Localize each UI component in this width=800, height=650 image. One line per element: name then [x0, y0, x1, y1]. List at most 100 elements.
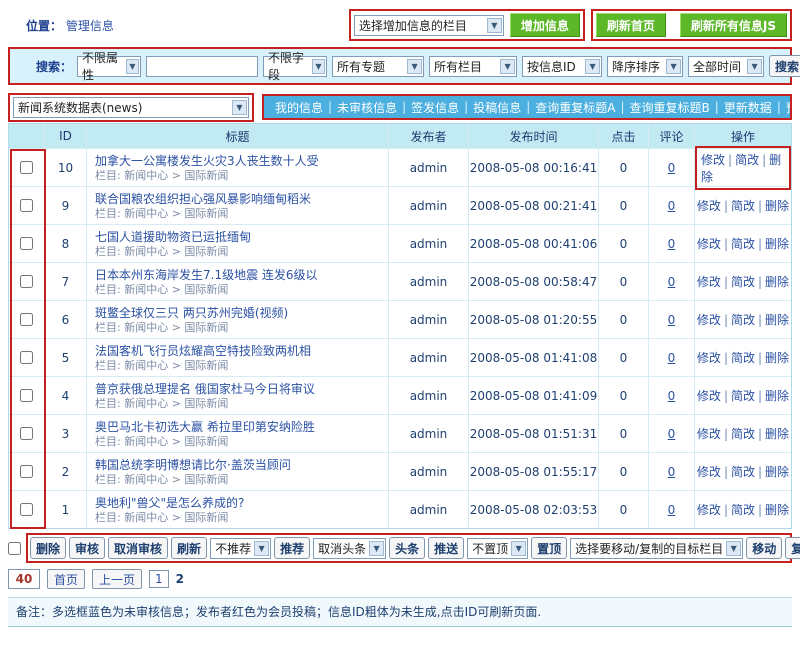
row-action-modify[interactable]: 修改 — [701, 153, 725, 167]
info-link[interactable]: 更新数据 — [719, 99, 777, 116]
row-comments-link[interactable]: 0 — [668, 503, 676, 517]
row-action-delete[interactable]: 删除 — [765, 237, 789, 251]
row-action-quick-edit[interactable]: 简改 — [731, 503, 755, 517]
row-id[interactable]: 5 — [62, 351, 70, 365]
row-id[interactable]: 3 — [62, 427, 70, 441]
row-comments-link[interactable]: 0 — [668, 351, 676, 365]
row-action-quick-edit[interactable]: 简改 — [731, 389, 755, 403]
row-action-delete[interactable]: 删除 — [765, 465, 789, 479]
column-select[interactable]: 所有栏目 ▼ — [429, 56, 517, 77]
row-title-link[interactable]: 法国客机飞行员炫耀高空特技险致两机相 — [95, 343, 311, 359]
row-checkbox[interactable] — [20, 389, 33, 402]
row-action-modify[interactable]: 修改 — [697, 389, 721, 403]
move-copy-target-select[interactable]: 选择要移动/复制的目标栏目▼ — [570, 538, 743, 559]
row-action-modify[interactable]: 修改 — [697, 275, 721, 289]
row-comments-link[interactable]: 0 — [668, 313, 676, 327]
stick-button[interactable]: 置顶 — [531, 537, 567, 559]
approve-button[interactable]: 审核 — [69, 537, 105, 559]
row-action-quick-edit[interactable]: 简改 — [731, 351, 755, 365]
select-all-checkbox[interactable] — [8, 542, 21, 555]
row-id[interactable]: 9 — [62, 199, 70, 213]
page-number-2[interactable]: 2 — [176, 572, 184, 586]
row-action-modify[interactable]: 修改 — [697, 237, 721, 251]
push-button[interactable]: 推送 — [428, 537, 464, 559]
row-action-quick-edit[interactable]: 简改 — [731, 199, 755, 213]
row-action-quick-edit[interactable]: 简改 — [731, 313, 755, 327]
row-id[interactable]: 4 — [62, 389, 70, 403]
row-id[interactable]: 2 — [62, 465, 70, 479]
row-action-delete[interactable]: 删除 — [765, 275, 789, 289]
row-title-link[interactable]: 奥地利"兽父"是怎么养成的? — [95, 495, 244, 511]
copy-button[interactable]: 复制 — [785, 537, 800, 559]
row-id[interactable]: 10 — [58, 161, 73, 175]
row-action-modify[interactable]: 修改 — [697, 465, 721, 479]
refresh-button[interactable]: 刷新 — [171, 537, 207, 559]
row-id[interactable]: 7 — [62, 275, 70, 289]
row-title-link[interactable]: 奥巴马北卡初选大赢 希拉里印第安纳险胜 — [95, 419, 315, 435]
row-comments-link[interactable]: 0 — [668, 465, 676, 479]
add-column-select[interactable]: 选择增加信息的栏目 ▼ — [354, 15, 504, 36]
row-id[interactable]: 8 — [62, 237, 70, 251]
row-action-modify[interactable]: 修改 — [697, 351, 721, 365]
row-comments-link[interactable]: 0 — [668, 237, 676, 251]
cancel-approve-button[interactable]: 取消审核 — [108, 537, 168, 559]
delete-button[interactable]: 删除 — [30, 537, 66, 559]
info-link[interactable]: 我的信息 — [270, 99, 328, 116]
row-action-modify[interactable]: 修改 — [697, 199, 721, 213]
time-select[interactable]: 全部时间 ▼ — [688, 56, 764, 77]
direction-select[interactable]: 降序排序 ▼ — [607, 56, 683, 77]
info-link[interactable]: 投稿信息 — [468, 99, 526, 116]
row-checkbox[interactable] — [20, 427, 33, 440]
refresh-home-button[interactable]: 刷新首页 — [596, 13, 666, 37]
row-action-modify[interactable]: 修改 — [697, 503, 721, 517]
refresh-all-js-button[interactable]: 刷新所有信息JS — [680, 13, 787, 37]
row-checkbox[interactable] — [20, 351, 33, 364]
row-action-delete[interactable]: 删除 — [765, 503, 789, 517]
row-action-delete[interactable]: 删除 — [765, 199, 789, 213]
topic-select[interactable]: 所有专题 ▼ — [332, 56, 424, 77]
row-action-quick-edit[interactable]: 简改 — [731, 427, 755, 441]
add-info-button[interactable]: 增加信息 — [510, 13, 580, 37]
row-action-delete[interactable]: 删除 — [765, 427, 789, 441]
row-action-delete[interactable]: 删除 — [765, 351, 789, 365]
search-button[interactable]: 搜索 — [769, 55, 800, 77]
row-id[interactable]: 1 — [62, 503, 70, 517]
row-checkbox[interactable] — [20, 199, 33, 212]
row-action-quick-edit[interactable]: 简改 — [731, 465, 755, 479]
headline-button[interactable]: 头条 — [389, 537, 425, 559]
row-checkbox[interactable] — [20, 313, 33, 326]
keyword-input[interactable] — [146, 56, 258, 77]
page-number-1[interactable]: 1 — [149, 570, 169, 588]
row-checkbox[interactable] — [20, 465, 33, 478]
row-action-delete[interactable]: 删除 — [765, 313, 789, 327]
recommend-button[interactable]: 推荐 — [274, 537, 310, 559]
row-comments-link[interactable]: 0 — [668, 199, 676, 213]
row-comments-link[interactable]: 0 — [668, 275, 676, 289]
row-checkbox[interactable] — [20, 503, 33, 516]
row-action-quick-edit[interactable]: 简改 — [731, 237, 755, 251]
unrecommend-select[interactable]: 不推荐▼ — [210, 538, 271, 559]
row-comments-link[interactable]: 0 — [668, 389, 676, 403]
field-select[interactable]: 不限字段 ▼ — [263, 56, 327, 77]
row-checkbox[interactable] — [20, 275, 33, 288]
row-title-link[interactable]: 联合国粮农组织担心强风暴影响缅甸稻米 — [95, 191, 311, 207]
first-page-button[interactable]: 首页 — [47, 569, 85, 589]
info-link[interactable]: 查询重复标题B — [625, 99, 715, 116]
unstick-select[interactable]: 不置顶▼ — [467, 538, 528, 559]
info-link[interactable]: 签发信息 — [406, 99, 464, 116]
row-id[interactable]: 6 — [62, 313, 70, 327]
move-button[interactable]: 移动 — [746, 537, 782, 559]
row-title-link[interactable]: 韩国总统李明博想请比尔·盖茨当顾问 — [95, 457, 291, 473]
info-link[interactable]: 预览首页 — [781, 99, 792, 116]
manage-info-link[interactable]: 管理信息 — [66, 19, 114, 33]
row-checkbox[interactable] — [20, 161, 33, 174]
info-link[interactable]: 未审核信息 — [332, 99, 402, 116]
row-comments-link[interactable]: 0 — [668, 427, 676, 441]
datatable-select[interactable]: 新闻系统数据表(news) ▼ — [13, 97, 249, 118]
info-link[interactable]: 查询重复标题A — [530, 99, 620, 116]
row-title-link[interactable]: 日本本州东海岸发生7.1级地震 连发6级以 — [95, 267, 318, 283]
row-action-delete[interactable]: 删除 — [765, 389, 789, 403]
per-page-input[interactable] — [8, 569, 40, 589]
row-action-quick-edit[interactable]: 简改 — [731, 275, 755, 289]
row-action-modify[interactable]: 修改 — [697, 427, 721, 441]
